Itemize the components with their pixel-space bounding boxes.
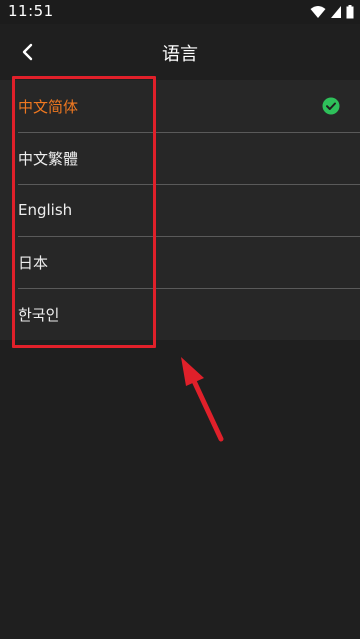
status-bar: 11:51 [0,0,360,24]
language-label: 日本 [18,253,49,272]
language-label: English [18,201,73,219]
language-item-english[interactable]: English [0,184,360,236]
status-time: 11:51 [8,2,54,20]
battery-icon [346,5,354,19]
page-title: 语言 [162,44,198,65]
language-item-zh-hans[interactable]: 中文简体 [0,80,360,132]
language-list: 中文简体 中文繁體 English 日本 한국인 [0,80,360,340]
language-item-japanese[interactable]: 日本 [0,236,360,288]
status-icons [310,4,354,20]
signal-icon [331,6,341,18]
language-item-korean[interactable]: 한국인 [0,288,360,340]
app-bar: 语言 [0,24,360,80]
language-label: 中文繁體 [18,149,79,168]
check-circle-icon [322,97,340,115]
language-label: 한국인 [18,305,60,324]
language-item-zh-hant[interactable]: 中文繁體 [0,132,360,184]
wifi-icon [310,6,326,18]
language-label: 中文简体 [18,97,79,116]
